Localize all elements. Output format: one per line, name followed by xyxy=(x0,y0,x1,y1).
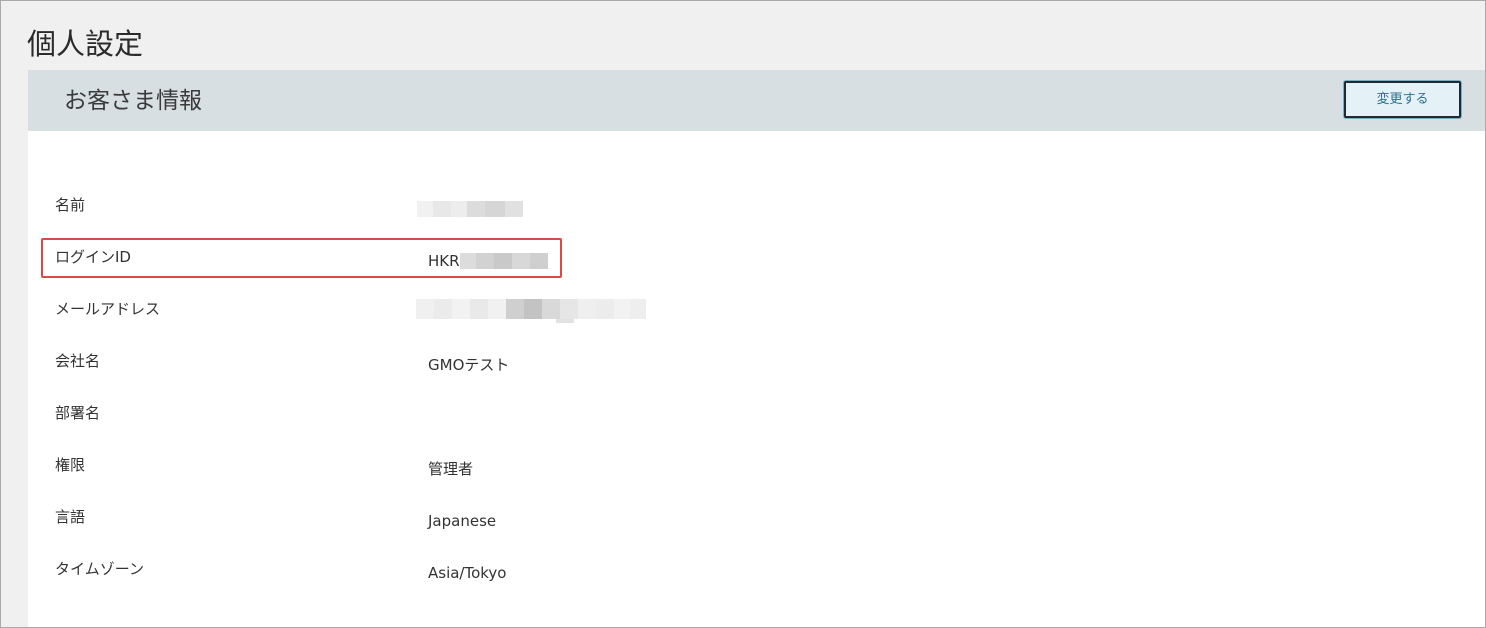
label-language: 言語 xyxy=(55,508,86,526)
email-value-redacted xyxy=(416,299,646,323)
row-name: 名前 xyxy=(28,189,1485,221)
card-header: お客さま情報 変更する xyxy=(28,70,1485,131)
label-email: メールアドレス xyxy=(55,300,161,318)
row-email: メールアドレス xyxy=(28,293,1485,325)
row-timezone: タイムゾーン Asia/Tokyo xyxy=(28,553,1485,585)
login-id-highlight xyxy=(41,238,562,278)
card-title: お客さま情報 xyxy=(64,88,202,114)
name-value-redacted xyxy=(417,201,523,217)
label-permission: 権限 xyxy=(55,456,86,474)
page-title: 個人設定 xyxy=(27,27,144,61)
row-department: 部署名 xyxy=(28,397,1485,429)
row-permission: 権限 管理者 xyxy=(28,449,1485,481)
change-button[interactable]: 変更する xyxy=(1344,81,1461,118)
value-company: GMOテスト xyxy=(428,356,510,374)
label-department: 部署名 xyxy=(55,404,101,422)
label-company: 会社名 xyxy=(55,352,101,370)
value-language: Japanese xyxy=(428,512,497,530)
row-company: 会社名 GMOテスト xyxy=(28,345,1485,377)
label-timezone: タイムゾーン xyxy=(55,560,144,578)
value-timezone: Asia/Tokyo xyxy=(428,564,507,582)
row-language: 言語 Japanese xyxy=(28,501,1485,533)
customer-info-card: お客さま情報 変更する 名前 ログインID HKR メールアドレス 会社名 GM… xyxy=(28,70,1485,627)
settings-window: 個人設定 お客さま情報 変更する 名前 ログインID HKR メールアドレス 会… xyxy=(0,0,1486,628)
label-name: 名前 xyxy=(55,196,86,214)
value-permission: 管理者 xyxy=(428,460,474,478)
